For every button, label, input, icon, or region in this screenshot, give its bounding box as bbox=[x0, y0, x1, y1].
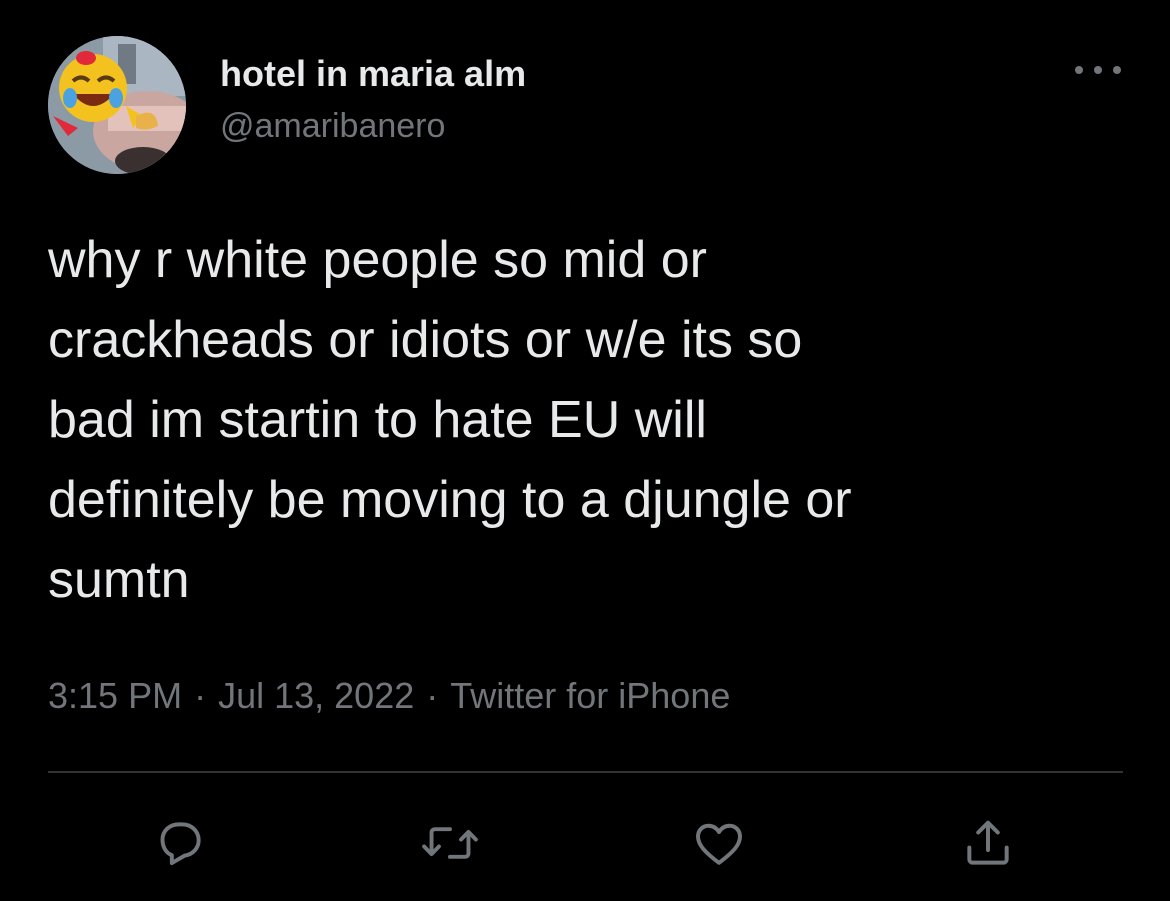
more-options-button[interactable] bbox=[1073, 58, 1123, 82]
tweet-time[interactable]: 3:15 PM bbox=[48, 675, 182, 716]
avatar-image bbox=[48, 36, 186, 174]
like-button[interactable] bbox=[684, 808, 754, 878]
more-horizontal-icon bbox=[1075, 66, 1121, 74]
reply-button[interactable] bbox=[145, 808, 215, 878]
avatar[interactable] bbox=[48, 36, 186, 174]
retweet-icon bbox=[422, 827, 478, 859]
tweet-text: why r white people so mid or crackheads … bbox=[48, 231, 852, 609]
retweet-button[interactable] bbox=[415, 808, 485, 878]
meta-separator: · bbox=[194, 675, 207, 716]
display-name[interactable]: hotel in maria alm bbox=[220, 52, 526, 96]
share-icon bbox=[967, 820, 1009, 865]
user-names: hotel in maria alm @amaribanero bbox=[220, 52, 526, 148]
tweet-metadata: 3:15 PM · Jul 13, 2022 · Twitter for iPhone bbox=[48, 672, 730, 720]
divider bbox=[48, 771, 1123, 773]
meta-separator: · bbox=[426, 675, 439, 716]
tweet-source[interactable]: Twitter for iPhone bbox=[450, 675, 730, 716]
user-handle[interactable]: @amaribanero bbox=[220, 104, 526, 148]
share-button[interactable] bbox=[953, 808, 1023, 878]
action-bar bbox=[0, 808, 1170, 878]
tweet-date[interactable]: Jul 13, 2022 bbox=[218, 675, 414, 716]
heart-icon bbox=[696, 823, 742, 865]
reply-icon bbox=[160, 822, 201, 866]
tweet-header: hotel in maria alm @amaribanero bbox=[48, 36, 1123, 176]
